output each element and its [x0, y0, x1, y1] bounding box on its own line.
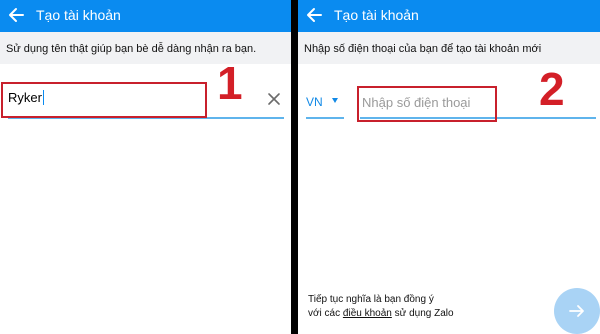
create-account-phone-screen: Tạo tài khoản Nhập số điện thoại của bạn… — [298, 0, 600, 334]
page-title: Tạo tài khoản — [36, 7, 121, 23]
close-icon[interactable] — [266, 91, 282, 107]
create-account-name-screen: Tạo tài khoản Sử dụng tên thật giúp bạn … — [0, 0, 291, 334]
arrow-left-icon[interactable] — [6, 5, 26, 25]
terms-line-2: với các điều khoản sử dụng Zalo — [308, 307, 454, 321]
terms-link[interactable]: điều khoản — [343, 308, 392, 319]
app-bar: Tạo tài khoản — [298, 0, 600, 32]
highlight-box — [1, 82, 207, 118]
phone-hint-text: Nhập số điện thoại của bạn để tạo tài kh… — [298, 32, 600, 64]
country-code-select[interactable]: VN — [306, 95, 323, 109]
terms-prefix: với các — [308, 308, 343, 319]
next-button[interactable] — [554, 288, 600, 334]
step-number: 2 — [539, 63, 565, 115]
page-title: Tạo tài khoản — [334, 7, 419, 23]
arrow-left-icon[interactable] — [304, 5, 324, 25]
step-number: 1 — [217, 57, 243, 109]
name-hint-text: Sử dụng tên thật giúp bạn bè dễ dàng nhậ… — [0, 32, 291, 64]
country-code-underline — [306, 117, 344, 119]
terms-text: Tiếp tục nghĩa là bạn đồng ý với các điề… — [308, 293, 454, 321]
caret-down-icon[interactable] — [332, 98, 338, 103]
terms-suffix: sử dụng Zalo — [391, 308, 454, 319]
terms-line-1: Tiếp tục nghĩa là bạn đồng ý — [308, 294, 434, 305]
arrow-right-icon — [569, 305, 584, 317]
highlight-box — [357, 86, 497, 122]
app-bar: Tạo tài khoản — [0, 0, 291, 32]
